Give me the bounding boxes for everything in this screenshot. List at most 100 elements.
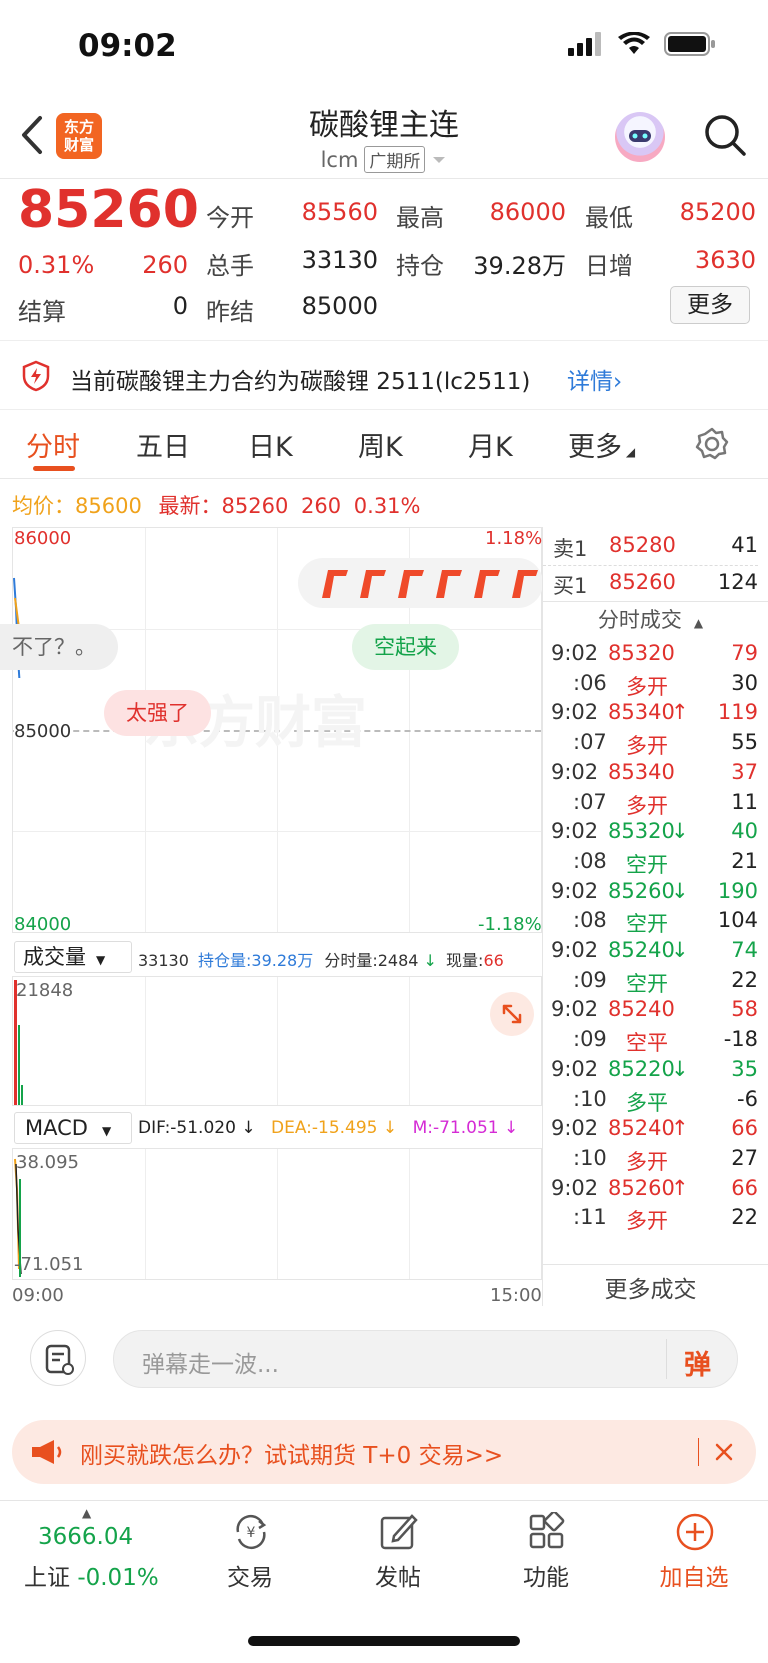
grid-line — [145, 977, 146, 1105]
settings-gear-icon[interactable] — [694, 426, 730, 462]
notice-details-link[interactable]: 详情› — [567, 362, 622, 396]
megaphone-icon — [32, 1440, 62, 1464]
trade-time: :09 — [573, 1027, 607, 1052]
nav-functions[interactable]: 功能 — [486, 1508, 606, 1598]
trades-title[interactable]: 分时成交 ▲ — [543, 604, 758, 634]
latest-pct: 0.31% — [353, 494, 421, 518]
dropdown-icon: ▼ — [101, 1124, 112, 1138]
tab-more-label: 更多 — [568, 432, 622, 463]
tab-monthly-k[interactable]: 月K — [468, 425, 513, 464]
more-trades-button[interactable]: 更多成交 — [543, 1270, 758, 1304]
index-pct: -0.01% — [77, 1565, 159, 1591]
trade-volume: 22 — [731, 967, 758, 992]
index-ticker[interactable]: ▲ 3666.04 上证 -0.01% — [0, 1500, 180, 1600]
down-arrow-icon: ↓ — [377, 1118, 398, 1138]
close-icon[interactable] — [714, 1442, 734, 1462]
trade-row: :11 多开 22 — [543, 1202, 758, 1234]
tab-five-day[interactable]: 五日 — [136, 425, 190, 464]
trade-row: :07 多开 11 — [543, 787, 758, 819]
trade-row: 9:02 85340 37 — [543, 757, 758, 789]
settle-value: 0 — [172, 292, 188, 320]
tab-intraday[interactable]: 分时 — [26, 425, 80, 464]
last-price: 85260 — [18, 180, 199, 240]
volume-chart[interactable] — [12, 976, 542, 1106]
comment-list-icon[interactable] — [30, 1330, 86, 1386]
open-value: 85560 — [301, 198, 378, 226]
trade-row: 9:02 85240 58 — [543, 994, 758, 1026]
latest-change: 260 — [301, 494, 342, 518]
nav-functions-label: 功能 — [523, 1565, 569, 1591]
notice-text: 当前碳酸锂主力合约为碳酸锂 2511(lc2511) — [70, 369, 531, 395]
battery-icon — [664, 32, 715, 56]
macd-indicator-select[interactable]: MACD ▼ — [14, 1112, 132, 1144]
tab-more[interactable]: 更多 ◢ — [568, 425, 635, 464]
caret-up-icon: ▲ — [82, 1506, 92, 1520]
trade-price: 多开 — [626, 734, 668, 759]
macd-chart[interactable] — [12, 1148, 542, 1280]
search-icon[interactable] — [700, 110, 750, 160]
tab-daily-k[interactable]: 日K — [248, 425, 293, 464]
expand-icon[interactable] — [490, 992, 534, 1036]
trade-time: 9:02 — [551, 997, 599, 1022]
promo-banner[interactable]: 刚买就跌怎么办？试试期货 T+0 交易>> — [12, 1420, 756, 1484]
trade-price: 多平 — [626, 1090, 668, 1115]
low-value: 85200 — [679, 198, 756, 226]
macd-info: DIF:-51.020 ↓ DEA:-15.495 ↓ M:-71.051 ↓ — [138, 1118, 518, 1138]
add-circle-icon — [676, 1513, 714, 1551]
nav-trade[interactable]: ¥ 交易 — [190, 1508, 310, 1598]
y-bot-label: 84000 — [14, 914, 72, 935]
logo-text-1: 东方 — [63, 118, 94, 136]
price-info-line: 均价：85600 最新：85260 260 0.31% — [12, 490, 421, 520]
home-indicator[interactable] — [248, 1636, 520, 1646]
tab-underline — [33, 466, 75, 471]
trade-arrow-icon: ↑ — [671, 700, 689, 725]
danmaku-input[interactable]: 弹幕走一波... 弹 — [113, 1330, 738, 1388]
trade-time: 9:02 — [551, 1056, 599, 1081]
more-quote-button[interactable]: 更多 — [670, 286, 750, 324]
tab-weekly-k[interactable]: 周K — [358, 425, 403, 464]
grid-icon — [529, 1512, 565, 1549]
trade-volume: 66 — [731, 1175, 758, 1200]
trade-price: 85340 — [608, 700, 675, 725]
latest-value: 85260 — [221, 494, 289, 518]
danmaku-bubble: 太强了 — [104, 690, 211, 736]
trade-time: :11 — [573, 1205, 607, 1230]
trade-time: :08 — [573, 848, 607, 873]
danmaku-send-button[interactable]: 弹 — [684, 1343, 711, 1382]
dea-value: DEA:-15.495 — [270, 1118, 378, 1138]
nav-post[interactable]: 发帖 — [338, 1508, 458, 1598]
assistant-robot-icon[interactable] — [615, 112, 665, 162]
bid-volume: 124 — [717, 570, 758, 594]
trade-volume: 79 — [731, 641, 758, 665]
trade-row: :10 多开 27 — [543, 1143, 758, 1175]
oi-value: 39.28万 — [473, 252, 566, 280]
volume-indicator-select[interactable]: 成交量 ▼ — [14, 941, 132, 973]
high-value: 86000 — [489, 198, 566, 226]
avg-label: 均价： — [12, 494, 75, 518]
settle-label: 结算 — [18, 298, 66, 326]
trade-volume: 40 — [731, 819, 758, 844]
caret-icon: ◢ — [622, 445, 636, 459]
grid-line — [277, 977, 278, 1105]
shield-icon — [22, 360, 50, 392]
trade-time: 9:02 — [551, 759, 599, 784]
trade-time: :09 — [573, 967, 607, 992]
down-arrow-icon: ↓ — [498, 1118, 519, 1138]
trade-price: 85240 — [608, 1116, 675, 1141]
trade-time: 9:02 — [551, 938, 599, 962]
trade-volume: 30 — [731, 670, 758, 695]
macd-bot-label: -71.051 — [14, 1254, 84, 1275]
ask-row: 卖1 85280 41 — [543, 527, 758, 563]
nav-add-watchlist[interactable]: 加自选 — [634, 1508, 754, 1598]
trade-volume: 190 — [717, 878, 758, 903]
trade-time: 9:02 — [551, 878, 599, 903]
latest-label: 最新： — [158, 494, 222, 518]
contract-code: lcm — [320, 147, 359, 172]
trade-volume: 27 — [731, 1145, 758, 1170]
trade-row: 9:02 85220 ↓ 35 — [543, 1054, 758, 1086]
high-label: 最高 — [396, 204, 444, 232]
macd-top-label: 38.095 — [16, 1152, 79, 1173]
ask-volume: 41 — [731, 533, 758, 557]
signal-icon — [568, 32, 601, 56]
trade-time: 9:02 — [551, 1116, 599, 1141]
